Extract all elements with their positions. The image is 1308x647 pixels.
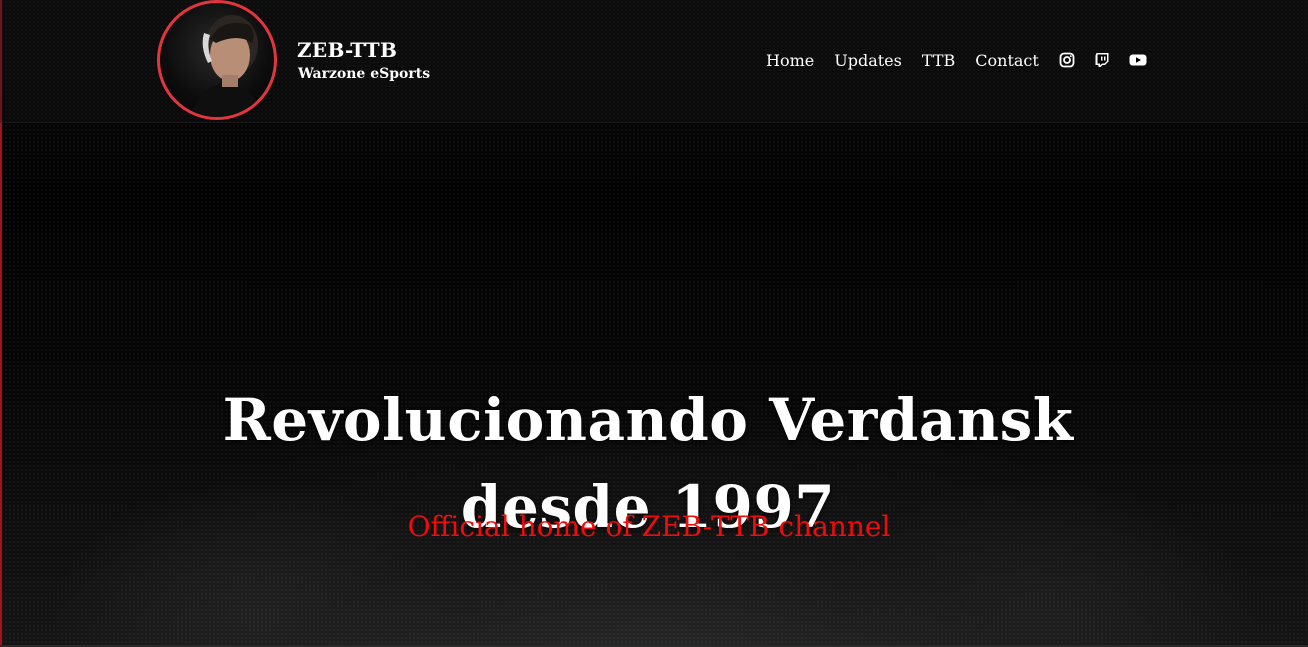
site-header: ZEB-TTB Warzone eSports Home Updates TTB… [0,0,1308,122]
brand-avatar[interactable] [157,0,277,120]
nav-ttb-link[interactable]: TTB [922,51,955,70]
main-nav: Home Updates TTB Contact [766,49,1147,71]
nav-home-link[interactable]: Home [766,51,814,70]
youtube-icon[interactable] [1129,52,1147,68]
avatar-portrait [190,15,264,117]
instagram-icon[interactable] [1059,52,1075,68]
nav-updates-link[interactable]: Updates [834,51,902,70]
hero-tagline: Official home of ZEB-TTB channel [407,510,891,543]
hero-headline-line1: Revolucionando Verdansk [222,385,1074,454]
brand-subtitle: Warzone eSports [298,66,431,82]
brand-title[interactable]: ZEB-TTB [297,38,397,62]
nav-contact-link[interactable]: Contact [975,51,1039,70]
twitch-icon[interactable] [1094,52,1110,68]
